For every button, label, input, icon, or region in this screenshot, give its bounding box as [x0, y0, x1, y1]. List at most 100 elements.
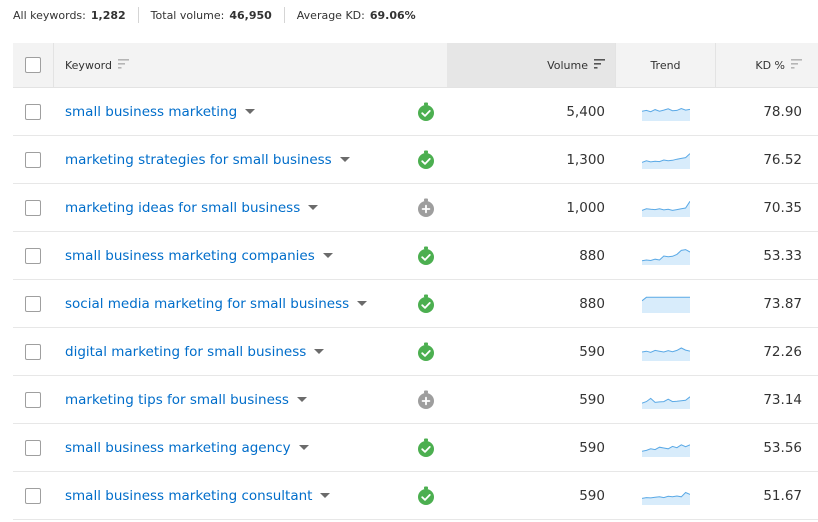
kd-value: 51.67	[763, 487, 802, 504]
total-volume-label: Total volume:	[150, 8, 225, 22]
kd-value: 72.26	[763, 343, 802, 360]
table-body: small business marketing 5,400 78.90 mar…	[13, 88, 818, 520]
status-cell	[417, 232, 435, 279]
chevron-down-icon[interactable]	[320, 493, 331, 498]
trend-cell	[642, 280, 690, 327]
keyword-link[interactable]: marketing tips for small business	[65, 392, 289, 408]
volume-cell: 590	[447, 328, 605, 375]
kd-cell: 78.90	[716, 88, 802, 135]
keyword-header[interactable]: Keyword	[65, 43, 129, 87]
average-kd-stat: Average KD: 69.06%	[297, 9, 416, 22]
keyword-link[interactable]: marketing strategies for small business	[65, 152, 332, 168]
row-checkbox[interactable]	[25, 103, 41, 120]
sort-icon	[117, 58, 129, 72]
keyword-link[interactable]: social media marketing for small busines…	[65, 296, 349, 312]
trend-cell	[642, 136, 690, 183]
chevron-down-icon[interactable]	[245, 109, 256, 114]
keyword-link[interactable]: marketing ideas for small business	[65, 200, 300, 216]
all-keywords-stat: All keywords: 1,282	[13, 9, 126, 22]
keyword-cell: marketing tips for small business	[65, 376, 307, 423]
table-row: marketing ideas for small business 1,000…	[13, 184, 818, 232]
kd-header-label: KD %	[755, 58, 785, 72]
volume-cell: 590	[447, 376, 605, 423]
keyword-link[interactable]: small business marketing companies	[65, 248, 315, 264]
trend-cell	[642, 376, 690, 423]
row-checkbox-cell	[25, 328, 41, 375]
keyword-link[interactable]: small business marketing	[65, 104, 237, 120]
row-checkbox[interactable]	[25, 391, 41, 408]
keyword-link[interactable]: small business marketing consultant	[65, 488, 312, 504]
select-all-checkbox[interactable]	[25, 57, 41, 73]
kd-value: 53.56	[763, 439, 802, 456]
chevron-down-icon[interactable]	[322, 253, 333, 258]
table-row: social media marketing for small busines…	[13, 280, 818, 328]
table-row: small business marketing companies 880 5…	[13, 232, 818, 280]
row-checkbox[interactable]	[25, 487, 41, 504]
kd-cell: 51.67	[716, 472, 802, 519]
kd-cell: 73.87	[716, 280, 802, 327]
row-checkbox[interactable]	[25, 247, 41, 264]
check-badge-icon	[417, 438, 435, 458]
volume-cell: 880	[447, 280, 605, 327]
volume-cell: 880	[447, 232, 605, 279]
volume-cell: 1,300	[447, 136, 605, 183]
keyword-cell: digital marketing for small business	[65, 328, 325, 375]
trend-cell	[642, 88, 690, 135]
sort-descending-icon	[594, 58, 605, 72]
chevron-down-icon[interactable]	[296, 397, 307, 402]
chevron-down-icon[interactable]	[298, 445, 309, 450]
row-checkbox[interactable]	[25, 151, 41, 168]
total-volume-stat: Total volume: 46,950	[151, 9, 272, 22]
row-checkbox[interactable]	[25, 343, 41, 360]
volume-value: 1,300	[566, 151, 605, 168]
kd-value: 76.52	[763, 151, 802, 168]
row-checkbox[interactable]	[25, 199, 41, 216]
keyword-cell: small business marketing companies	[65, 232, 333, 279]
row-checkbox-cell	[25, 280, 41, 327]
volume-cell: 590	[447, 472, 605, 519]
trend-sparkline	[642, 199, 690, 217]
volume-value: 880	[579, 247, 605, 264]
row-checkbox-cell	[25, 232, 41, 279]
trend-cell	[642, 232, 690, 279]
plus-badge-icon	[417, 390, 435, 410]
row-checkbox[interactable]	[25, 295, 41, 312]
keyword-cell: small business marketing agency	[65, 424, 309, 471]
row-checkbox-cell	[25, 376, 41, 423]
row-checkbox-cell	[25, 136, 41, 183]
table-row: small business marketing agency 590 53.5…	[13, 424, 818, 472]
divider	[283, 7, 285, 23]
check-badge-icon	[417, 486, 435, 506]
trend-cell	[642, 424, 690, 471]
kd-cell: 72.26	[716, 328, 802, 375]
status-cell	[417, 424, 435, 471]
total-volume-value: 46,950	[229, 8, 272, 22]
chevron-down-icon[interactable]	[308, 205, 319, 210]
keywords-table: Keyword Volume Trend KD % small business…	[13, 43, 818, 520]
kd-header[interactable]: KD %	[716, 43, 802, 87]
keyword-link[interactable]: small business marketing agency	[65, 440, 291, 456]
row-checkbox[interactable]	[25, 439, 41, 456]
keyword-cell: marketing ideas for small business	[65, 184, 319, 231]
all-keywords-value: 1,282	[90, 8, 126, 22]
keyword-cell: small business marketing consultant	[65, 472, 331, 519]
volume-cell: 1,000	[447, 184, 605, 231]
trend-sparkline	[642, 151, 690, 169]
volume-value: 590	[579, 487, 605, 504]
volume-cell: 590	[447, 424, 605, 471]
volume-header[interactable]: Volume	[447, 43, 605, 87]
kd-value: 73.14	[763, 391, 802, 408]
average-kd-label: Average KD:	[296, 8, 365, 22]
table-row: small business marketing 5,400 78.90	[13, 88, 818, 136]
chevron-down-icon[interactable]	[314, 349, 325, 354]
volume-value: 590	[579, 391, 605, 408]
row-checkbox-cell	[25, 184, 41, 231]
chevron-down-icon[interactable]	[357, 301, 368, 306]
table-row: small business marketing consultant 590 …	[13, 472, 818, 520]
divider	[53, 43, 54, 87]
trend-sparkline	[642, 343, 690, 361]
chevron-down-icon[interactable]	[339, 157, 350, 162]
trend-cell	[642, 328, 690, 375]
table-row: digital marketing for small business 590…	[13, 328, 818, 376]
keyword-link[interactable]: digital marketing for small business	[65, 344, 306, 360]
